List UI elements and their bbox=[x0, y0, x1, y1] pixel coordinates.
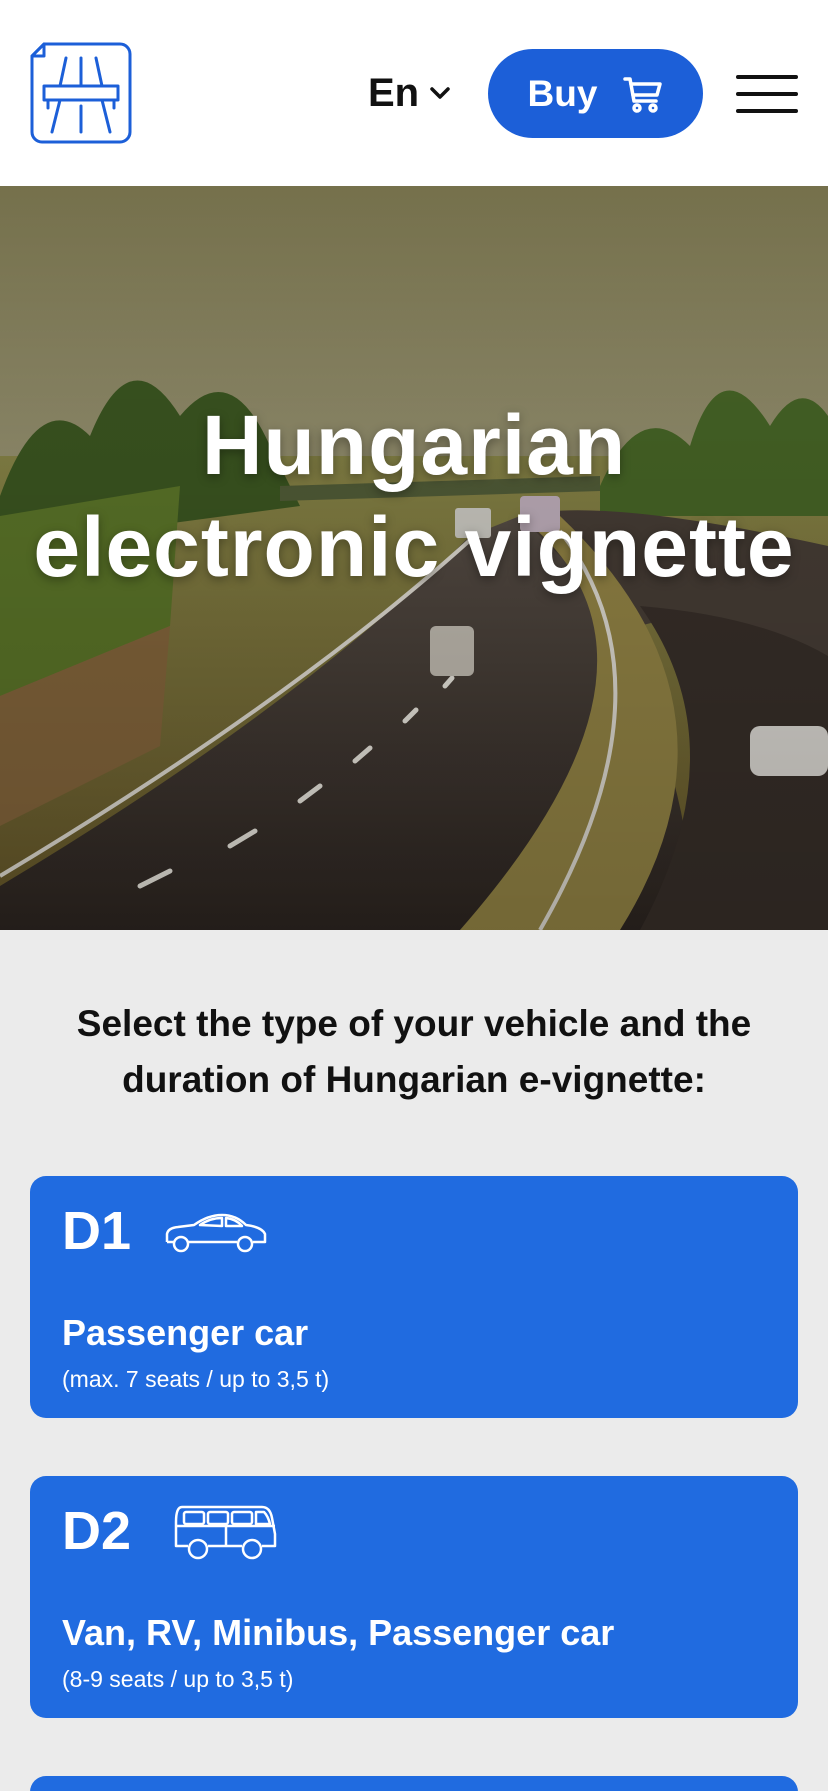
category-title: Passenger car bbox=[62, 1312, 309, 1353]
cart-icon bbox=[623, 76, 663, 113]
buy-button[interactable]: Buy bbox=[488, 49, 703, 138]
buy-button-label: Buy bbox=[527, 72, 598, 114]
site-header: En Buy bbox=[0, 0, 828, 186]
van-icon bbox=[174, 1505, 277, 1560]
category-code: D2 bbox=[62, 1501, 132, 1561]
sedan-car-icon bbox=[165, 1213, 267, 1253]
hamburger-menu-icon[interactable] bbox=[736, 72, 800, 114]
vehicle-card-d1[interactable]: D1 Passenger car (max. 7 seats / up to 3… bbox=[30, 1176, 798, 1418]
vehicle-card-next[interactable] bbox=[30, 1776, 798, 1791]
category-subtitle: (8-9 seats / up to 3,5 t) bbox=[62, 1666, 294, 1692]
highway-road-icon[interactable] bbox=[30, 42, 132, 144]
category-code: D1 bbox=[62, 1201, 132, 1261]
hero-title: Hungarian electronic vignette bbox=[33, 398, 795, 594]
chevron-down-icon bbox=[430, 87, 450, 99]
language-selector[interactable]: En bbox=[368, 66, 451, 120]
category-subtitle: (max. 7 seats / up to 3,5 t) bbox=[62, 1366, 330, 1392]
vehicle-card-d2[interactable]: D2 Van, RV, Minibus, Passenger car (8-9 … bbox=[30, 1476, 798, 1718]
menu-bar bbox=[736, 75, 798, 79]
hero-banner: Hungarian electronic vignette bbox=[0, 186, 828, 930]
category-title: Van, RV, Minibus, Passenger car bbox=[62, 1612, 615, 1653]
menu-bar bbox=[736, 109, 798, 113]
language-label: En bbox=[368, 70, 420, 115]
intro-heading: Select the type of your vehicle and the … bbox=[76, 1003, 752, 1100]
menu-bar bbox=[736, 92, 798, 96]
